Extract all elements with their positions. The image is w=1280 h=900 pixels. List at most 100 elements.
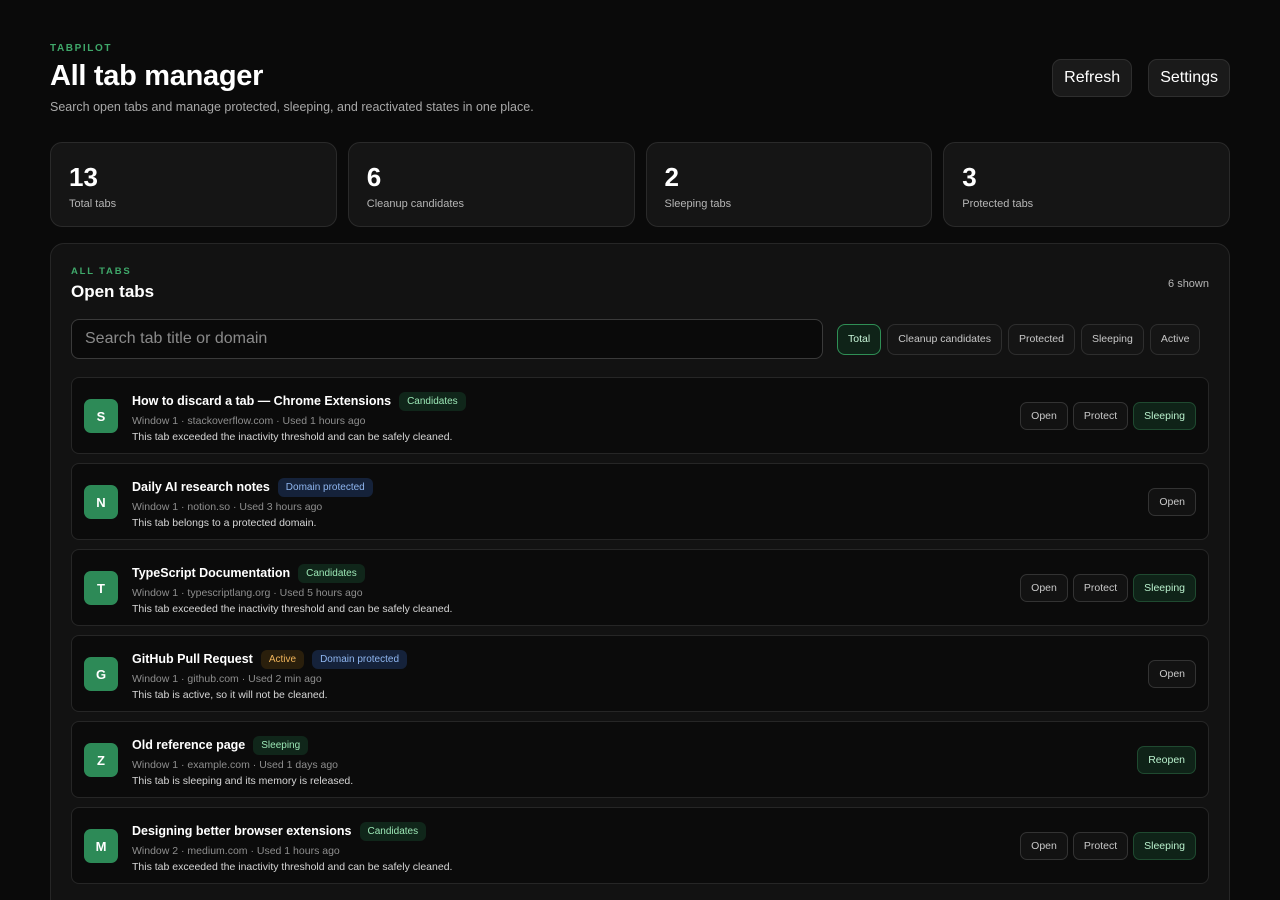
tab-row[interactable]: S How to discard a tab — Chrome Extension… <box>71 377 1209 454</box>
tab-row[interactable]: G GitHub Pull Request Active Domain protect… <box>71 635 1209 712</box>
reopen-button[interactable]: Reopen <box>1137 746 1196 774</box>
stat-label: Protected tabs <box>962 198 1034 210</box>
tab-title: How to discard a tab — Chrome Extensions <box>132 394 392 408</box>
tab-info: TypeScript Documentation Candidates Window… <box>132 563 452 615</box>
search-input[interactable] <box>71 319 823 359</box>
tab-title: TypeScript Documentation <box>132 566 291 580</box>
tab-meta: Window 1 · github.com · Used 2 min ago <box>132 673 322 685</box>
tab-list: S How to discard a tab — Chrome Extension… <box>71 377 1209 884</box>
tab-favicon-avatar: Z <box>84 743 118 777</box>
open-button[interactable]: Open <box>1148 488 1196 516</box>
tab-title: GitHub Pull Request <box>132 652 253 666</box>
shown-count: 6 shown <box>1168 278 1209 290</box>
tab-favicon-avatar: G <box>84 657 118 691</box>
tab-favicon-avatar: M <box>84 829 118 863</box>
stat-value: 2 <box>664 162 679 192</box>
tab-description: This tab is active, so it will not be cl… <box>132 689 328 701</box>
tab-info: Designing better browser extensions Candi… <box>132 821 452 873</box>
tab-actions: Reopen <box>1137 746 1196 774</box>
stat-card-sleeping: 2 Sleeping tabs <box>645 142 933 227</box>
tab-info: How to discard a tab — Chrome Extensions… <box>132 391 466 443</box>
tab-actions: Open <box>1148 488 1196 516</box>
filter-active[interactable]: Active <box>1149 323 1201 355</box>
status-badge: Candidates <box>359 821 427 841</box>
stat-label: Total tabs <box>69 198 117 210</box>
stat-value: 6 <box>366 162 382 192</box>
tab-actions: Open Protect Sleeping <box>1020 402 1196 430</box>
tab-row[interactable]: N Daily AI research notes Domain protected… <box>71 463 1209 540</box>
status-badge: Candidates <box>298 563 365 583</box>
tab-description: This tab is sleeping and its memory is r… <box>132 775 354 787</box>
status-badge: Candidates <box>399 391 466 411</box>
status-badge: Domain protected <box>277 477 373 497</box>
stat-card-cleanup: 6 Cleanup candidates <box>347 142 635 227</box>
status-badge: Domain protected <box>312 649 408 669</box>
tab-meta: Window 1 · notion.so · Used 3 hours ago <box>132 501 323 513</box>
protect-button[interactable]: Protect <box>1072 832 1129 860</box>
tab-title: Old reference page <box>132 738 246 752</box>
tab-description: This tab belongs to a protected domain. <box>132 517 317 529</box>
tab-meta: Window 1 · example.com · Used 1 days ago <box>132 759 339 771</box>
open-button[interactable]: Open <box>1020 832 1068 860</box>
tab-actions: Open Protect Sleeping <box>1020 832 1196 860</box>
filter-protected[interactable]: Protected <box>1008 323 1075 355</box>
tab-description: This tab exceeded the inactivity thresho… <box>132 861 453 873</box>
app-root: TABPILOT All tab manager Search open tab… <box>0 0 1280 900</box>
tab-heading: TypeScript Documentation Candidates <box>132 563 452 583</box>
status-badge: Active <box>260 649 305 669</box>
tab-favicon-avatar: S <box>84 399 118 433</box>
tab-description: This tab exceeded the inactivity thresho… <box>132 431 453 443</box>
tab-description: This tab exceeded the inactivity thresho… <box>132 603 453 615</box>
open-button[interactable]: Open <box>1020 574 1068 602</box>
tab-heading: Old reference page Sleeping <box>132 735 353 755</box>
stat-value: 3 <box>962 162 977 192</box>
stat-card-protected: 3 Protected tabs <box>943 142 1230 227</box>
stats-row: 13 Total tabs 6 Cleanup candidates 2 Sle… <box>50 142 1230 227</box>
filter-chips: Total Cleanup candidates Protected Sleep… <box>837 323 1201 355</box>
page-subtitle: Search open tabs and manage protected, s… <box>50 100 534 114</box>
tab-actions: Open <box>1148 660 1196 688</box>
tab-heading: Designing better browser extensions Candi… <box>132 821 452 841</box>
brand-eyebrow: TABPILOT <box>50 43 113 54</box>
settings-button[interactable]: Settings <box>1148 59 1230 97</box>
stat-label: Cleanup candidates <box>366 198 464 210</box>
stat-value: 13 <box>69 162 98 192</box>
tab-heading: How to discard a tab — Chrome Extensions… <box>132 391 466 411</box>
sleeping-button[interactable]: Sleeping <box>1133 402 1196 430</box>
tab-favicon-avatar: T <box>84 571 118 605</box>
sleeping-button[interactable]: Sleeping <box>1133 832 1196 860</box>
protect-button[interactable]: Protect <box>1072 402 1129 430</box>
stat-label: Sleeping tabs <box>664 198 732 210</box>
stat-card-total: 13 Total tabs <box>50 142 337 227</box>
tab-meta: Window 1 · typescriptlang.org · Used 5 h… <box>132 587 363 599</box>
tab-meta: Window 1 · stackoverflow.com · Used 1 ho… <box>132 415 366 427</box>
tab-row[interactable]: Z Old reference page Sleeping Window 1 · ex… <box>71 721 1209 798</box>
refresh-button[interactable]: Refresh <box>1052 59 1133 97</box>
open-button[interactable]: Open <box>1020 402 1068 430</box>
tab-info: GitHub Pull Request Active Domain protecte… <box>132 649 408 701</box>
filter-sleeping[interactable]: Sleeping <box>1080 323 1144 355</box>
protect-button[interactable]: Protect <box>1072 574 1129 602</box>
tab-heading: GitHub Pull Request Active Domain protecte… <box>132 649 408 669</box>
tab-meta: Window 2 · medium.com · Used 1 hours ago <box>132 845 340 857</box>
open-button[interactable]: Open <box>1148 660 1196 688</box>
tab-title: Designing better browser extensions <box>132 824 352 838</box>
filter-cleanup-candidates[interactable]: Cleanup candidates <box>887 323 1003 355</box>
tabs-panel: ALL TABS Open tabs 6 shown Total Cleanup… <box>50 243 1230 900</box>
tab-info: Daily AI research notes Domain protected W… <box>132 477 373 529</box>
tab-title: Daily AI research notes <box>132 480 270 494</box>
tab-info: Old reference page Sleeping Window 1 · exa… <box>132 735 353 787</box>
tabs-toolbar: Total Cleanup candidates Protected Sleep… <box>71 319 1209 359</box>
panel-title: Open tabs <box>71 282 155 301</box>
tab-actions: Open Protect Sleeping <box>1020 574 1196 602</box>
sleeping-button[interactable]: Sleeping <box>1133 574 1196 602</box>
tab-heading: Daily AI research notes Domain protected <box>132 477 373 497</box>
filter-total[interactable]: Total <box>837 323 882 355</box>
tab-row[interactable]: M Designing better browser extensions Cand… <box>71 807 1209 884</box>
status-badge: Sleeping <box>253 735 309 755</box>
tab-row[interactable]: T TypeScript Documentation Candidates Windo… <box>71 549 1209 626</box>
page-header: TABPILOT All tab manager Search open tab… <box>50 0 1230 142</box>
panel-eyebrow: ALL TABS <box>71 266 132 277</box>
header-actions: Refresh Settings <box>1052 59 1230 97</box>
tab-favicon-avatar: N <box>84 485 118 519</box>
